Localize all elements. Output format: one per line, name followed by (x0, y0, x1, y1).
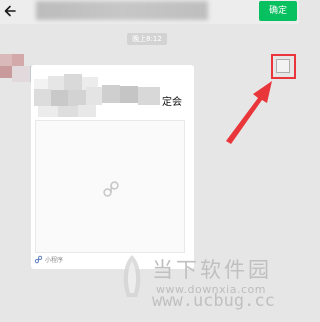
top-bar: 确定 (0, 0, 299, 24)
annotation-highlight-box (271, 54, 296, 79)
annotation-arrow-icon (226, 81, 272, 144)
confirm-button[interactable]: 确定 (259, 1, 297, 21)
mini-program-card[interactable]: 定会 小程序 (31, 65, 194, 269)
watermark-logo-icon (123, 255, 141, 297)
card-footer: 小程序 (34, 255, 63, 264)
message-timestamp: 晚上8:12 (127, 33, 167, 45)
blurred-card-title (31, 65, 162, 120)
blurred-chat-title (36, 1, 208, 20)
mini-program-placeholder-icon (103, 181, 119, 197)
watermark-site-name: 当下软件园 (152, 258, 272, 282)
back-arrow-icon[interactable] (2, 3, 18, 19)
mini-program-icon (34, 255, 43, 264)
watermark-domain: www.ucbug.cc (152, 291, 275, 311)
mini-program-label: 小程序 (45, 257, 64, 264)
card-thumbnail (35, 120, 185, 253)
card-title-text: 定会 (162, 97, 182, 108)
